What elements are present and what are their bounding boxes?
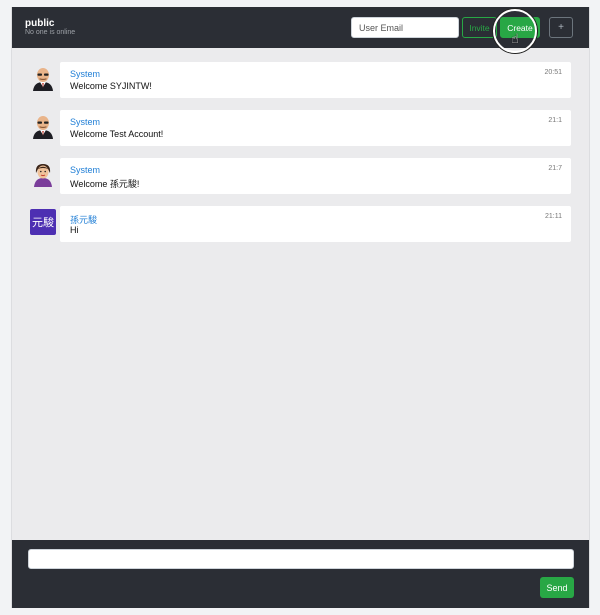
message-sender: System xyxy=(70,117,101,127)
message-item: System Welcome 孫元駿! 21:7 xyxy=(12,158,589,195)
message-text: Welcome Test Account! xyxy=(70,129,164,139)
bald-man-avatar-icon xyxy=(33,68,53,91)
message-bubble: System Welcome SYJINTW! 20:51 xyxy=(60,62,571,98)
message-time: 20:51 xyxy=(544,69,562,76)
message-time: 21:11 xyxy=(545,213,562,220)
message-bubble: 孫元駿 Hi 21:11 xyxy=(60,206,571,242)
message-item: System Welcome Test Account! 21:1 xyxy=(12,110,589,147)
chat-header: public No one is online Invite Create + … xyxy=(12,7,589,53)
bald-man-avatar-icon xyxy=(33,116,53,139)
room-name: public xyxy=(25,18,55,29)
message-bubble: System Welcome 孫元駿! 21:7 xyxy=(60,158,571,194)
message-text: Hi xyxy=(70,225,79,235)
message-item: 元駿 孫元駿 Hi 21:11 xyxy=(12,206,589,243)
message-time: 21:1 xyxy=(548,117,562,124)
woman-avatar-icon xyxy=(34,164,52,187)
user-email-input[interactable] xyxy=(351,17,459,38)
add-button[interactable]: + xyxy=(549,17,573,38)
message-bubble: System Welcome Test Account! 21:1 xyxy=(60,110,571,146)
invite-button[interactable]: Invite xyxy=(462,17,497,38)
message-list[interactable]: System Welcome SYJINTW! 20:51 System Wel… xyxy=(12,48,589,540)
chat-app: public No one is online Invite Create + … xyxy=(11,7,590,608)
chat-footer: Send xyxy=(12,540,589,608)
message-sender: System xyxy=(70,69,101,79)
message-sender: System xyxy=(70,165,101,175)
message-time: 21:7 xyxy=(548,165,562,172)
message-input[interactable] xyxy=(28,549,574,569)
message-item: System Welcome SYJINTW! 20:51 xyxy=(12,62,589,99)
room-status: No one is online xyxy=(25,29,76,36)
send-button[interactable]: Send xyxy=(540,577,574,598)
message-text: Welcome 孫元駿! xyxy=(70,179,140,189)
user-avatar: 元駿 xyxy=(30,209,56,235)
create-button[interactable]: Create xyxy=(500,17,540,38)
message-text: Welcome SYJINTW! xyxy=(70,81,152,91)
